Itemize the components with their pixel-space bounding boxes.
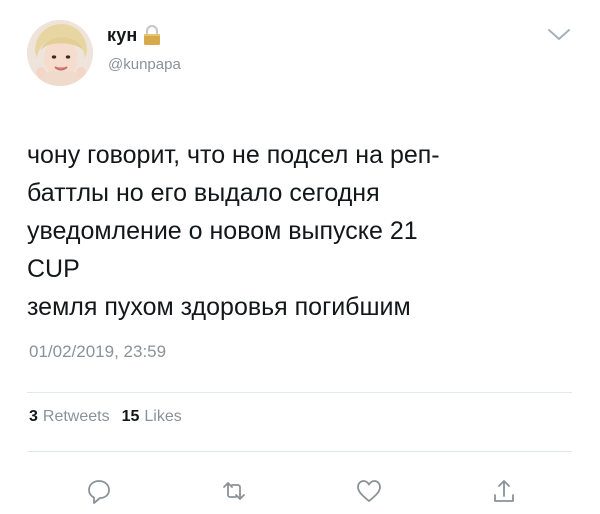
divider [27, 451, 572, 452]
user-handle[interactable]: @kunpapa [108, 56, 181, 73]
user-name-row[interactable]: кун [107, 24, 162, 46]
tweet-stats: 3 Retweets 15 Likes [29, 408, 194, 426]
lock-icon [142, 24, 162, 46]
likes-label[interactable]: Likes [144, 408, 181, 426]
share-icon[interactable] [489, 476, 519, 506]
divider [27, 392, 572, 393]
retweet-icon[interactable] [219, 476, 249, 506]
likes-count[interactable]: 15 [122, 408, 140, 426]
retweets-label[interactable]: Retweets [43, 408, 110, 426]
retweets-count[interactable]: 3 [29, 408, 38, 426]
chevron-down-icon[interactable] [546, 27, 572, 43]
tweet-text: чону говорит, что не подсел на реп- батт… [27, 141, 440, 321]
like-icon[interactable] [354, 476, 384, 506]
avatar[interactable] [27, 20, 93, 86]
reply-icon[interactable] [84, 476, 114, 506]
tweet-card: кун @kunpapa чону говорит, что не подсел… [0, 0, 600, 514]
tweet-timestamp[interactable]: 01/02/2019, 23:59 [29, 342, 166, 362]
avatar-image [27, 20, 93, 86]
display-name[interactable]: кун [107, 25, 138, 46]
action-bar [0, 476, 600, 506]
